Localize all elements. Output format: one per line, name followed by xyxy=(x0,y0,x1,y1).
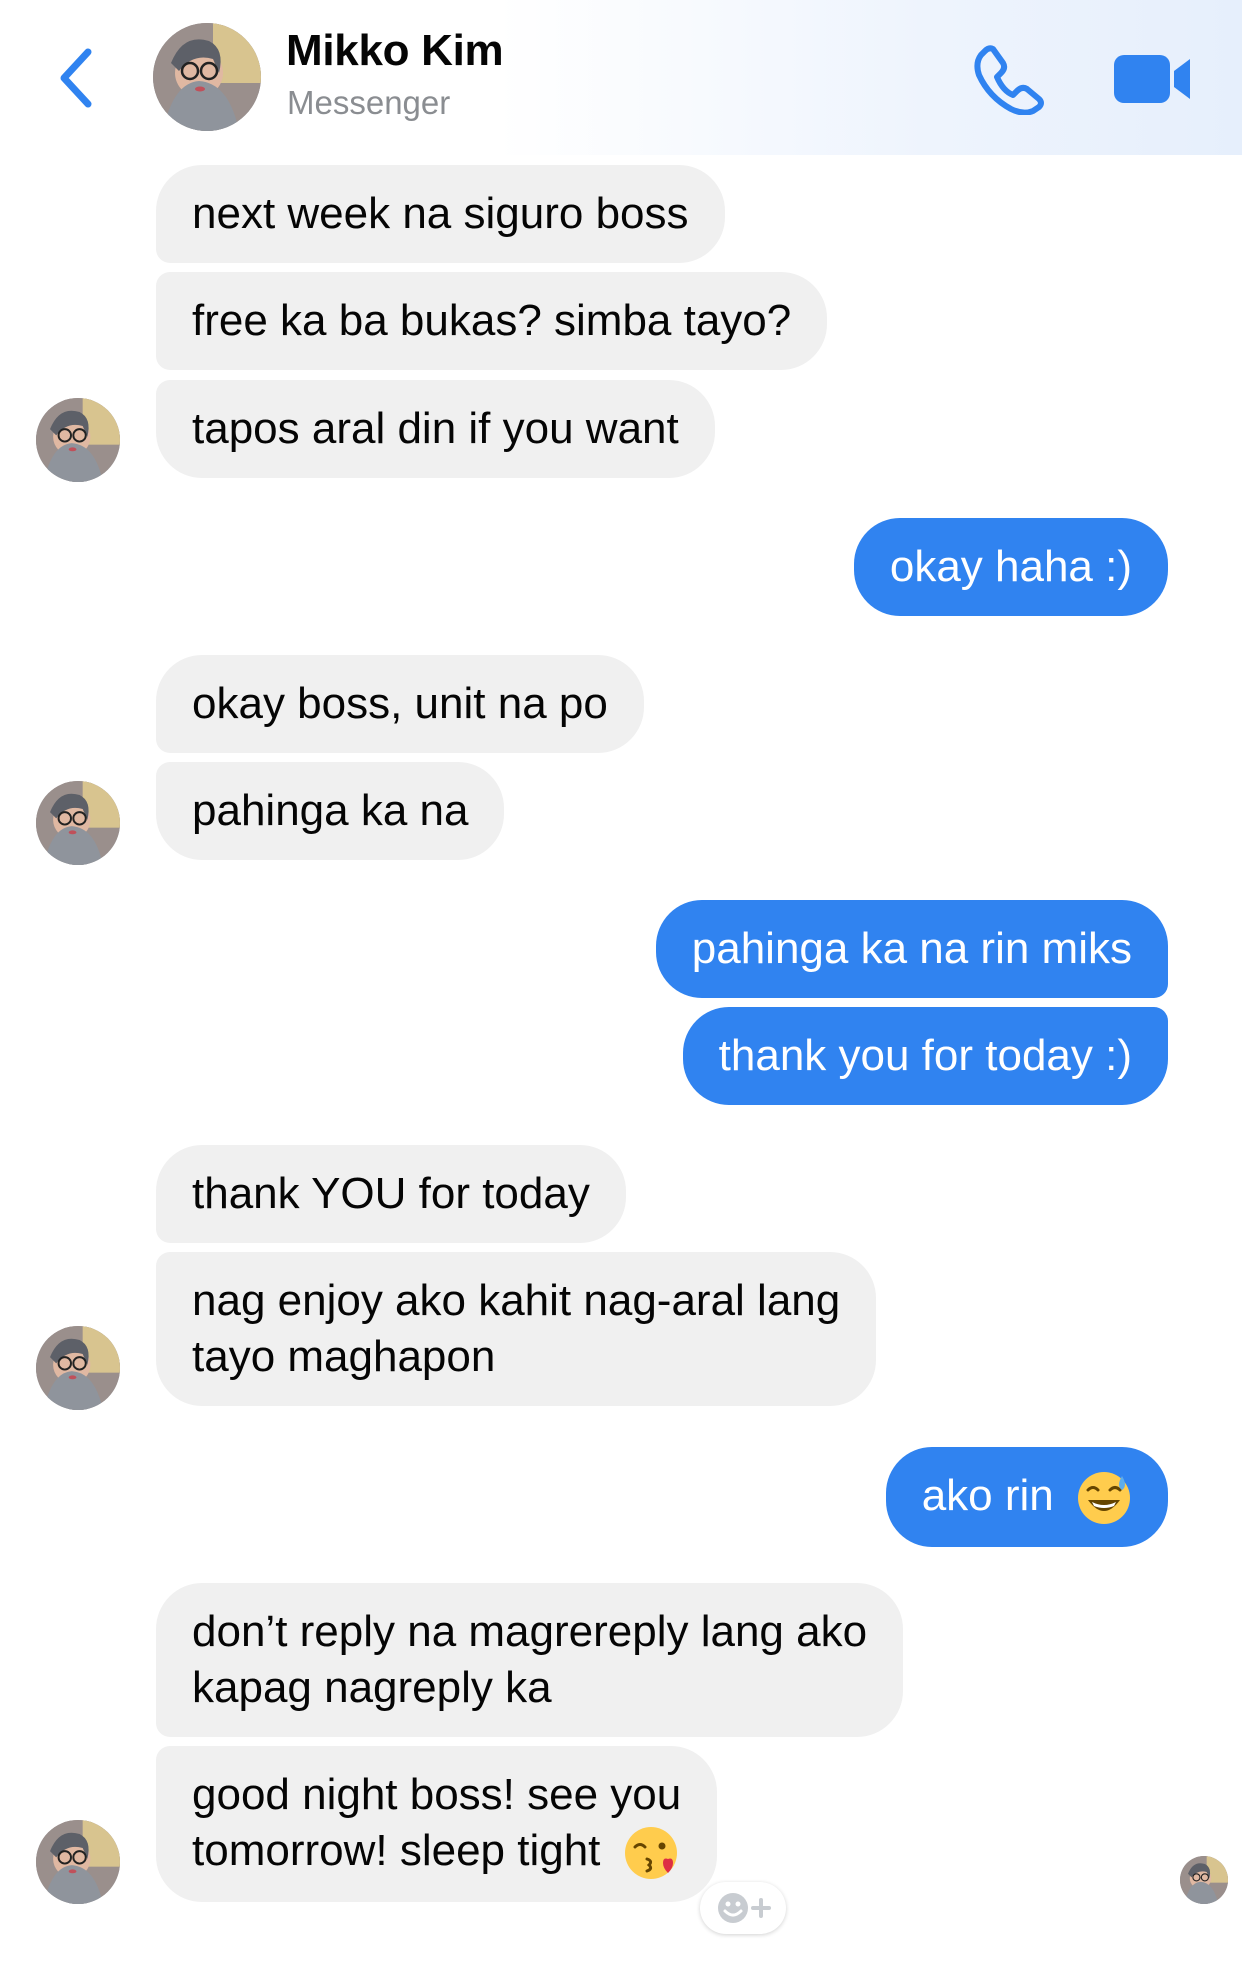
incoming-message[interactable]: nag enjoy ako kahit nag-aral lang tayo m… xyxy=(156,1252,877,1406)
outgoing-message[interactable]: ako rin xyxy=(885,1447,1168,1548)
seen-indicator-avatar xyxy=(1180,1856,1228,1904)
incoming-message[interactable]: next week na siguro boss xyxy=(156,165,725,263)
video-call-button[interactable] xyxy=(1110,46,1196,112)
grinning-sweat-emoji-icon xyxy=(1078,1472,1130,1525)
contact-avatar[interactable] xyxy=(36,1326,120,1410)
add-reaction-button[interactable] xyxy=(700,1882,786,1934)
message-line: don’t reply na magrereply lang ako xyxy=(192,1607,868,1656)
incoming-message[interactable]: pahinga ka na xyxy=(156,762,505,860)
incoming-message[interactable]: good night boss! see you tomorrow! sleep… xyxy=(156,1746,718,1903)
contact-name[interactable]: Mikko Kim xyxy=(286,26,504,76)
incoming-message[interactable]: free ka ba bukas? simba tayo? xyxy=(156,272,828,370)
incoming-message[interactable]: thank YOU for today xyxy=(156,1145,626,1243)
message-line: good night boss! see you xyxy=(192,1770,682,1819)
message-line: nag enjoy ako kahit nag-aral lang xyxy=(192,1276,841,1325)
outgoing-message[interactable]: okay haha :) xyxy=(853,518,1168,616)
incoming-message[interactable]: okay boss, unit na po xyxy=(156,655,644,753)
message-line: kapag nagreply ka xyxy=(192,1663,552,1712)
contact-subtitle: Messenger xyxy=(287,84,451,121)
phone-icon xyxy=(974,45,1044,115)
contact-avatar[interactable] xyxy=(36,781,120,865)
back-chevron-icon xyxy=(60,48,92,108)
contact-avatar[interactable] xyxy=(36,1820,120,1904)
message-line-with-emoji: tomorrow! sleep tight xyxy=(192,1823,681,1881)
message-text: tomorrow! sleep tight xyxy=(192,1826,601,1875)
call-button[interactable] xyxy=(970,40,1048,118)
message-line: tayo maghapon xyxy=(192,1332,496,1381)
outgoing-message[interactable]: pahinga ka na rin miks xyxy=(655,900,1168,998)
incoming-message[interactable]: tapos aral din if you want xyxy=(156,380,715,478)
smiley-plus-icon xyxy=(718,1893,771,1923)
back-button[interactable] xyxy=(46,38,106,118)
video-camera-icon xyxy=(1114,55,1190,103)
kissing-heart-emoji-icon xyxy=(624,1827,677,1880)
outgoing-message[interactable]: thank you for today :) xyxy=(682,1007,1168,1105)
chat-header: Mikko Kim Messenger xyxy=(0,0,1242,155)
incoming-message[interactable]: don’t reply na magrereply lang ako kapag… xyxy=(156,1583,904,1737)
contact-avatar[interactable] xyxy=(153,23,261,131)
contact-avatar[interactable] xyxy=(36,398,120,482)
message-text: ako rin xyxy=(921,1471,1054,1520)
